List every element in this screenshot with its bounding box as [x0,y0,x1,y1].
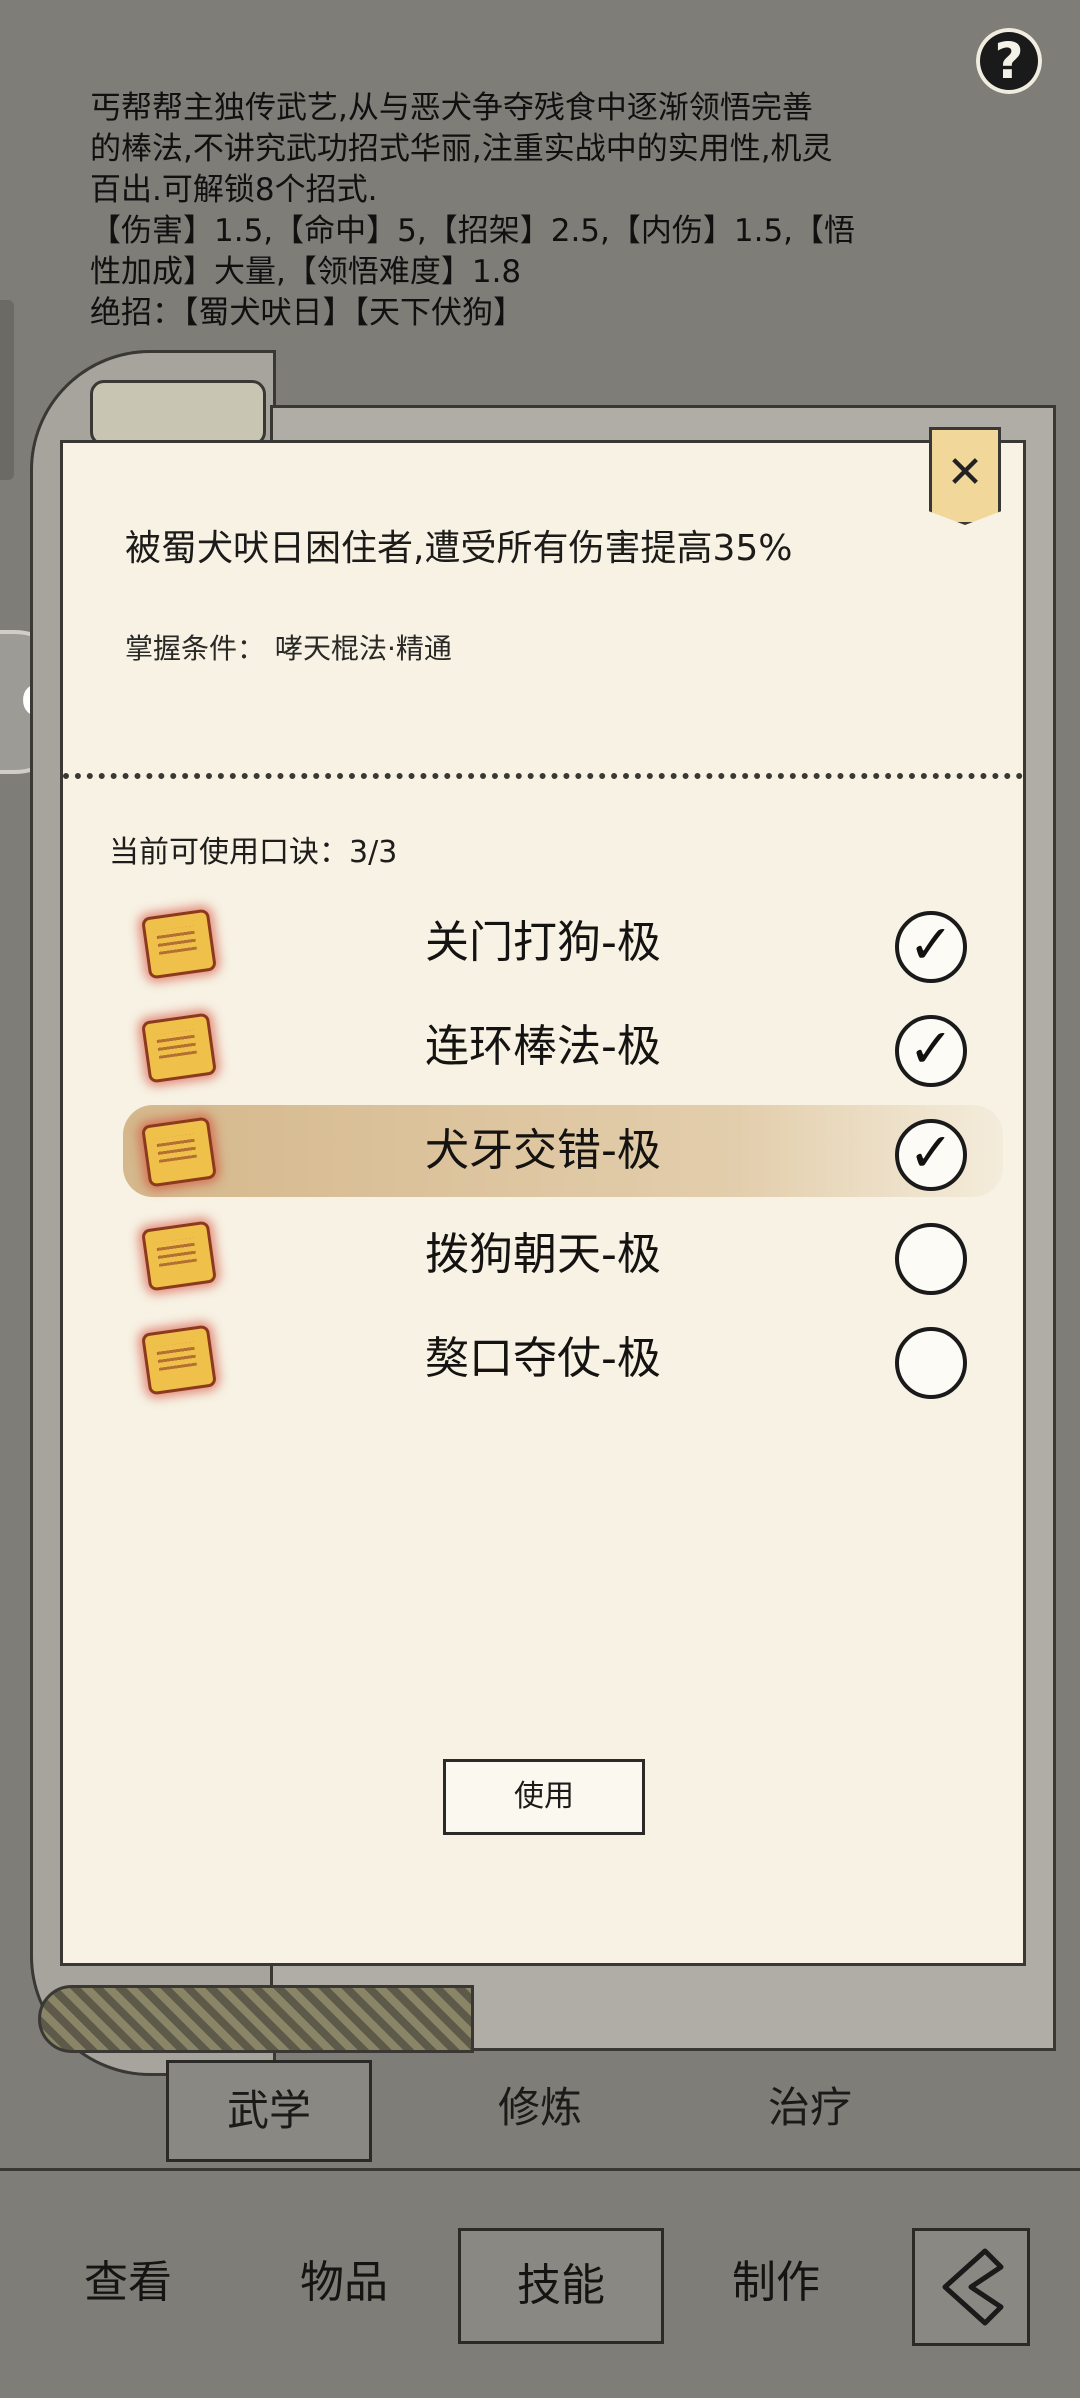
nav-items[interactable]: 物品 [244,2228,444,2338]
move-row[interactable]: 拨狗朝天-极 [63,1203,1023,1307]
dialog-title: 被蜀犬吠日困住者,遭受所有伤害提高35% [125,528,793,569]
tab-cultivate[interactable]: 修炼 [440,2060,640,2156]
checkbox-checked-icon[interactable]: ✓ [895,1119,967,1191]
description-line: 百出.可解锁8个招式. [90,172,378,208]
move-name: 拨狗朝天-极 [425,1229,661,1280]
help-icon[interactable]: ? [976,28,1042,94]
nav-craft[interactable]: 制作 [676,2228,876,2338]
description-line: 性加成】大量,【领悟难度】1.8 [90,254,522,290]
move-name: 关门打狗-极 [425,917,661,968]
description-line: 【伤害】1.5,【命中】5,【招架】2.5,【内伤】1.5,【悟 [90,213,856,249]
move-row[interactable]: 连环棒法-极 ✓ [63,995,1023,1099]
move-row-selected[interactable]: 犬牙交错-极 ✓ [63,1099,1023,1203]
move-name: 犬牙交错-极 [425,1125,661,1176]
nav-view[interactable]: 查看 [28,2228,228,2338]
description-line: 绝招：【蜀犬吠日】【天下伏狗】 [90,295,524,331]
subtab-bar: 武学 修炼 治疗 [160,2050,960,2162]
bottom-nav: 查看 物品 技能 制作 [0,2190,1080,2398]
martial-art-description: 丐帮帮主独传武艺,从与恶犬争夺残食中逐渐领悟完善 的棒法,不讲究武功招式华丽,注… [90,88,990,334]
move-row[interactable]: 獒口夺仗-极 [63,1307,1023,1411]
scroll-knob [90,380,266,446]
scroll-pattern-band [38,1985,474,2053]
use-button[interactable]: 使用 [443,1759,645,1835]
back-arrow-icon [942,2248,1004,2326]
checkbox-empty-icon[interactable] [895,1223,967,1295]
condition-label: 掌握条件： [125,632,266,665]
move-name: 獒口夺仗-极 [425,1333,661,1384]
dotted-divider [63,773,1023,779]
close-icon[interactable]: ✕ [929,427,1001,525]
mastery-condition: 掌握条件： 哮天棍法·精通 [125,627,462,667]
side-drawer-handle[interactable] [0,300,14,480]
section-divider [0,2168,1080,2171]
checkbox-empty-icon[interactable] [895,1327,967,1399]
back-button[interactable] [912,2228,1030,2346]
condition-value: 哮天棍法·精通 [275,632,452,665]
tab-martial-arts[interactable]: 武学 [166,2060,372,2162]
description-line: 丐帮帮主独传武艺,从与恶犬争夺残食中逐渐领悟完善 [90,90,813,126]
available-slots-text: 当前可使用口诀：3/3 [109,835,398,870]
description-line: 的棒法,不讲究武功招式华丽,注重实战中的实用性,机灵 [90,131,833,167]
checkbox-checked-icon[interactable]: ✓ [895,1015,967,1087]
move-name: 连环棒法-极 [425,1021,661,1072]
move-selection-dialog: ✕ 被蜀犬吠日困住者,遭受所有伤害提高35% 掌握条件： 哮天棍法·精通 当前可使… [60,427,1026,1966]
tab-heal[interactable]: 治疗 [710,2060,910,2156]
move-row[interactable]: 关门打狗-极 ✓ [63,891,1023,995]
nav-skills[interactable]: 技能 [458,2228,664,2344]
move-list: 关门打狗-极 ✓ 连环棒法-极 ✓ 犬牙交错-极 ✓ 拨狗朝天-极 獒口夺仗-极 [63,891,1023,1411]
checkbox-checked-icon[interactable]: ✓ [895,911,967,983]
